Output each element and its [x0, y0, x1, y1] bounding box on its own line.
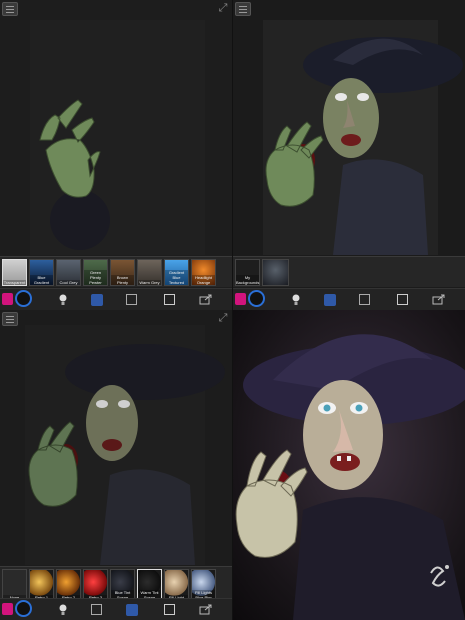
- toolbar: [233, 288, 465, 310]
- my-background-strip: My Backgrounds: [233, 256, 465, 287]
- share-icon[interactable]: [431, 292, 446, 307]
- layers-icon[interactable]: [124, 292, 139, 307]
- artist-signature-logo: [425, 561, 451, 596]
- image-icon[interactable]: [162, 602, 177, 617]
- image-icon[interactable]: [395, 292, 410, 307]
- app-logo-icon[interactable]: [2, 293, 13, 305]
- light-thumb-7[interactable]: Fill Lights Blue Rim: [191, 569, 216, 601]
- bulb-icon[interactable]: [55, 602, 70, 617]
- panel-background-picker: ⤢ Transparent Blue Gradient Cool Grey Gr…: [0, 0, 232, 310]
- app-logo-icon[interactable]: [235, 293, 246, 305]
- background-thumb-5[interactable]: Warm Grey: [137, 259, 162, 286]
- background-thumb-3[interactable]: Green Plenty Pewter: [83, 259, 108, 286]
- menu-icon[interactable]: [2, 2, 18, 16]
- background-thumb-4[interactable]: Brown Plenty: [110, 259, 135, 286]
- light-thumb-4[interactable]: Blue Tint Scene: [110, 569, 135, 601]
- background-thumb-6[interactable]: Gradient Blue Textured: [164, 259, 189, 286]
- image-icon[interactable]: [162, 292, 177, 307]
- expand-icon[interactable]: ⤢: [217, 2, 229, 14]
- light-strip: None Retro 1 Retro 2 Retro 3 Blue Tint S…: [0, 566, 232, 602]
- panel-light-picker: ⤢ None Retro 1 Retro 2 Retro 3 Blue Tint…: [0, 310, 232, 620]
- light-thumb-6[interactable]: Fill Light: [164, 569, 189, 601]
- my-background-thumb[interactable]: [262, 259, 289, 286]
- background-strip: Transparent Blue Gradient Cool Grey Gree…: [0, 256, 232, 287]
- background-thumb-7[interactable]: Headlight Orange: [191, 259, 216, 286]
- light-thumb-3[interactable]: Retro 3: [83, 569, 108, 601]
- layers-icon[interactable]: [124, 602, 139, 617]
- panel-my-backgrounds: My Backgrounds: [233, 0, 465, 310]
- expand-icon[interactable]: ⤢: [217, 312, 229, 324]
- rotate-dial-icon[interactable]: [15, 600, 32, 617]
- rotate-dial-icon[interactable]: [248, 290, 265, 307]
- panel-final-render: [233, 310, 465, 620]
- light-thumb-0[interactable]: None: [2, 569, 27, 601]
- layers-icon[interactable]: [357, 292, 372, 307]
- toolbar: [0, 288, 232, 310]
- light-thumb-1[interactable]: Retro 1: [29, 569, 54, 601]
- toolbar: [0, 598, 232, 620]
- background-thumb-0[interactable]: Transparent: [2, 259, 27, 286]
- share-icon[interactable]: [198, 602, 213, 617]
- witch-preview-full: [263, 20, 463, 255]
- layers-icon[interactable]: [89, 602, 104, 617]
- app-logo-icon[interactable]: [2, 603, 13, 615]
- witch-preview-hand: [30, 20, 205, 255]
- my-background-label[interactable]: My Backgrounds: [235, 259, 260, 286]
- background-thumb-1[interactable]: Blue Gradient: [29, 259, 54, 286]
- background-thumb-2[interactable]: Cool Grey: [56, 259, 81, 286]
- bulb-icon[interactable]: [288, 292, 303, 307]
- bulb-icon[interactable]: [55, 292, 70, 307]
- witch-preview-lit: [25, 325, 225, 565]
- share-icon[interactable]: [198, 292, 213, 307]
- light-thumb-2[interactable]: Retro 2: [56, 569, 81, 601]
- layers-icon[interactable]: [322, 292, 337, 307]
- light-thumb-5[interactable]: Warm Tint Scene: [137, 569, 162, 601]
- menu-icon[interactable]: [2, 312, 18, 326]
- layers-icon[interactable]: [89, 292, 104, 307]
- menu-icon[interactable]: [235, 2, 251, 16]
- rotate-dial-icon[interactable]: [15, 290, 32, 307]
